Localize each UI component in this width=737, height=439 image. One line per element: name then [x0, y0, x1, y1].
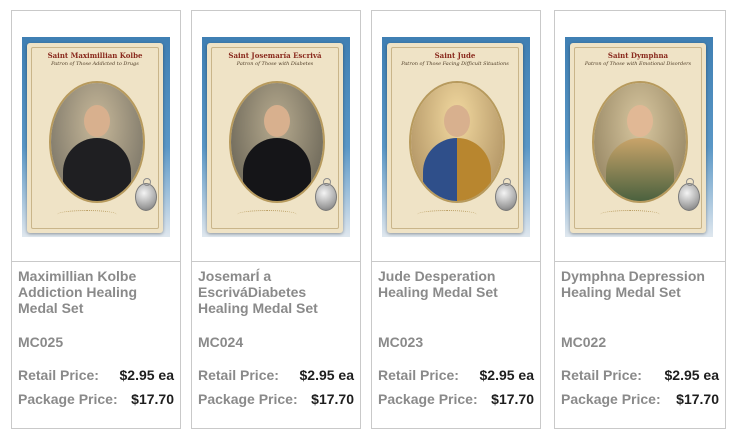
package-price-row: Package Price: $17.70	[18, 391, 174, 407]
retail-price-value: $2.95 ea	[299, 367, 355, 383]
card-patron-text: Patron of Those with Diabetes	[236, 61, 314, 67]
card-patron-text: Patron of Those with Emotional Disorders	[584, 61, 692, 67]
saint-portrait	[49, 81, 145, 203]
holy-card-image: Saint Dymphna Patron of Those with Emoti…	[570, 43, 706, 233]
medal-icon	[135, 178, 157, 211]
product-title[interactable]: Jude Desperation Healing Medal Set	[378, 268, 536, 300]
retail-price-row: Retail Price: $2.95 ea	[378, 367, 534, 383]
product-image[interactable]: Saint Dymphna Patron of Those with Emoti…	[565, 37, 713, 237]
card-saint-name: Saint Jude	[434, 51, 476, 60]
saint-portrait	[592, 81, 688, 203]
product-title[interactable]: Maximillian Kolbe Addiction Healing Meda…	[18, 268, 176, 316]
package-price-label: Package Price:	[378, 391, 478, 407]
product-card[interactable]: Saint Josemaría Escrivá Patron of Those …	[191, 10, 361, 429]
card-patron-text: Patron of Those Addicted to Drugs	[51, 61, 139, 67]
product-image[interactable]: Saint Maximillian Kolbe Patron of Those …	[22, 37, 170, 237]
product-title[interactable]: JosemarÍ a EscriváDiabetes Healing Medal…	[198, 268, 356, 316]
product-image-area[interactable]: Saint Maximillian Kolbe Patron of Those …	[12, 11, 180, 262]
package-price-row: Package Price: $17.70	[561, 391, 719, 407]
retail-price-label: Retail Price:	[561, 367, 642, 383]
package-price-row: Package Price: $17.70	[198, 391, 354, 407]
card-saint-name: Saint Dymphna	[607, 51, 669, 60]
product-image-area[interactable]: Saint Jude Patron of Those Facing Diffic…	[372, 11, 540, 262]
package-price-value: $17.70	[491, 391, 534, 407]
medal-icon	[495, 178, 517, 211]
product-code: MC024	[198, 334, 244, 350]
medal-icon	[315, 178, 337, 211]
product-card[interactable]: Saint Dymphna Patron of Those with Emoti…	[554, 10, 726, 429]
retail-price-value: $2.95 ea	[119, 367, 175, 383]
saint-portrait	[229, 81, 325, 203]
package-price-label: Package Price:	[561, 391, 661, 407]
retail-price-value: $2.95 ea	[664, 367, 720, 383]
retail-price-label: Retail Price:	[378, 367, 459, 383]
product-image[interactable]: Saint Josemaría Escrivá Patron of Those …	[202, 37, 350, 237]
product-code: MC023	[378, 334, 424, 350]
package-price-row: Package Price: $17.70	[378, 391, 534, 407]
card-saint-name: Saint Maximillian Kolbe	[47, 51, 143, 60]
package-price-value: $17.70	[131, 391, 174, 407]
retail-price-label: Retail Price:	[198, 367, 279, 383]
product-image[interactable]: Saint Jude Patron of Those Facing Diffic…	[382, 37, 530, 237]
card-saint-name: Saint Josemaría Escrivá	[228, 51, 322, 60]
product-title[interactable]: Dymphna Depression Healing Medal Set	[561, 268, 721, 300]
retail-price-row: Retail Price: $2.95 ea	[198, 367, 354, 383]
holy-card-image: Saint Jude Patron of Those Facing Diffic…	[387, 43, 523, 233]
holy-card-image: Saint Josemaría Escrivá Patron of Those …	[207, 43, 343, 233]
product-image-area[interactable]: Saint Dymphna Patron of Those with Emoti…	[555, 11, 725, 262]
saint-portrait	[409, 81, 505, 203]
product-code: MC022	[561, 334, 607, 350]
retail-price-row: Retail Price: $2.95 ea	[561, 367, 719, 383]
product-card[interactable]: Saint Jude Patron of Those Facing Diffic…	[371, 10, 541, 429]
product-card[interactable]: Saint Maximillian Kolbe Patron of Those …	[11, 10, 181, 429]
card-patron-text: Patron of Those Facing Difficult Situati…	[401, 61, 509, 67]
medal-icon	[678, 178, 700, 211]
product-code: MC025	[18, 334, 64, 350]
package-price-label: Package Price:	[198, 391, 298, 407]
package-price-value: $17.70	[676, 391, 719, 407]
product-image-area[interactable]: Saint Josemaría Escrivá Patron of Those …	[192, 11, 360, 262]
retail-price-label: Retail Price:	[18, 367, 99, 383]
retail-price-row: Retail Price: $2.95 ea	[18, 367, 174, 383]
package-price-label: Package Price:	[18, 391, 118, 407]
holy-card-image: Saint Maximillian Kolbe Patron of Those …	[27, 43, 163, 233]
retail-price-value: $2.95 ea	[479, 367, 535, 383]
package-price-value: $17.70	[311, 391, 354, 407]
